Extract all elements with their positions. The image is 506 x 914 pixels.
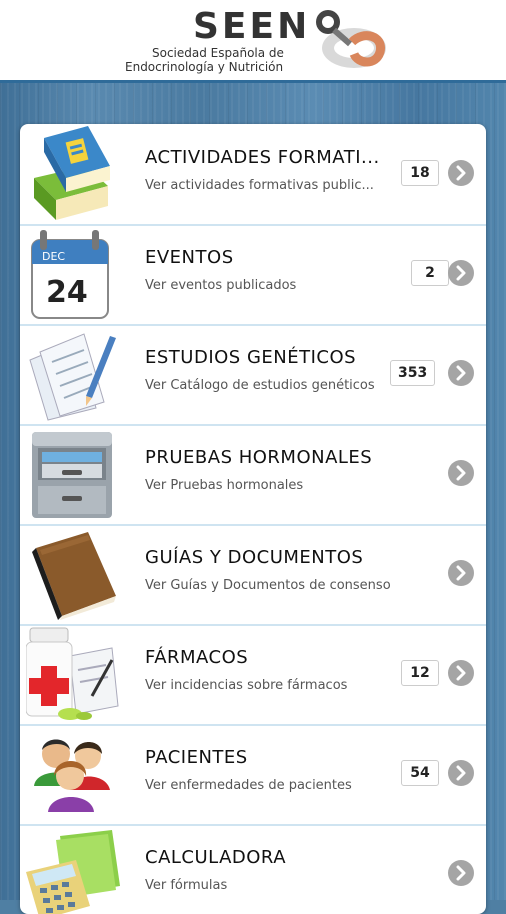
list-item-eventos[interactable]: DEC 24 EVENTOS Ver eventos publicados 2 — [20, 224, 486, 326]
calendar-month: DEC — [42, 250, 65, 263]
calendar-day: 24 — [46, 275, 88, 310]
patients-icon — [34, 739, 110, 812]
list-item-pruebas[interactable]: PRUEBAS HORMONALES Ver Pruebas hormonale… — [20, 424, 486, 526]
count-badge: 12 — [401, 660, 439, 686]
list-item-calculadora[interactable]: CALCULADORA Ver fórmulas — [20, 824, 486, 914]
item-subtitle: Ver incidencias sobre fármacos — [145, 678, 348, 693]
calculator-icon — [26, 830, 120, 914]
chevron-right-icon[interactable] — [448, 360, 474, 386]
calendar-icon: DEC 24 — [31, 230, 109, 319]
count-badge: 54 — [401, 760, 439, 786]
chevron-right-icon[interactable] — [448, 760, 474, 786]
item-title: PACIENTES — [145, 747, 248, 768]
item-title: FÁRMACOS — [145, 647, 249, 668]
seen-logo-icon — [316, 10, 386, 68]
list-item-estudios[interactable]: ESTUDIOS GENÉTICOS Ver Catálogo de estud… — [20, 324, 486, 426]
item-title: EVENTOS — [145, 247, 234, 268]
list-item-guias[interactable]: GUÍAS Y DOCUMENTOS Ver Guías y Documento… — [20, 524, 486, 626]
item-subtitle: Ver enfermedades de pacientes — [145, 778, 352, 793]
documents-icon — [29, 333, 116, 421]
item-title: ACTIVIDADES FORMATI... — [145, 147, 380, 168]
chevron-right-icon[interactable] — [448, 160, 474, 186]
logo-subtitle-line2: Endocrinología y Nutrición — [125, 60, 284, 74]
chevron-right-icon[interactable] — [448, 860, 474, 886]
item-title: CALCULADORA — [145, 847, 287, 868]
file-cabinet-icon — [32, 432, 112, 518]
chevron-right-icon[interactable] — [448, 660, 474, 686]
books-icon — [34, 126, 110, 220]
item-title: ESTUDIOS GENÉTICOS — [145, 347, 357, 368]
list-item-pacientes[interactable]: PACIENTES Ver enfermedades de pacientes … — [20, 724, 486, 826]
count-badge: 353 — [390, 360, 436, 386]
chevron-right-icon[interactable] — [448, 560, 474, 586]
list-item-actividades[interactable]: ACTIVIDADES FORMATI... Ver actividades f… — [20, 124, 486, 226]
item-subtitle: Ver fórmulas — [145, 878, 228, 893]
chevron-right-icon[interactable] — [448, 260, 474, 286]
item-subtitle: Ver actividades formativas public... — [145, 178, 374, 193]
item-subtitle: Ver eventos publicados — [145, 278, 297, 293]
count-badge: 18 — [401, 160, 439, 186]
item-subtitle: Ver Pruebas hormonales — [145, 478, 304, 493]
logo-subtitle-line1: Sociedad Española de — [152, 46, 284, 60]
book-icon — [32, 532, 116, 620]
list-item-farmacos[interactable]: FÁRMACOS Ver incidencias sobre fármacos … — [20, 624, 486, 726]
item-title: GUÍAS Y DOCUMENTOS — [145, 547, 364, 568]
item-subtitle: Ver Catálogo de estudios genéticos — [145, 378, 375, 393]
item-title: PRUEBAS HORMONALES — [145, 447, 373, 468]
app-header: SEEN Sociedad Española de Endocrinología… — [0, 0, 506, 83]
medicine-icon — [26, 627, 119, 720]
chevron-right-icon[interactable] — [448, 460, 474, 486]
item-subtitle: Ver Guías y Documentos de consenso — [145, 578, 391, 593]
count-badge: 2 — [411, 260, 449, 286]
menu-list: ACTIVIDADES FORMATI... Ver actividades f… — [20, 124, 486, 914]
logo-title: SEEN — [193, 6, 311, 47]
